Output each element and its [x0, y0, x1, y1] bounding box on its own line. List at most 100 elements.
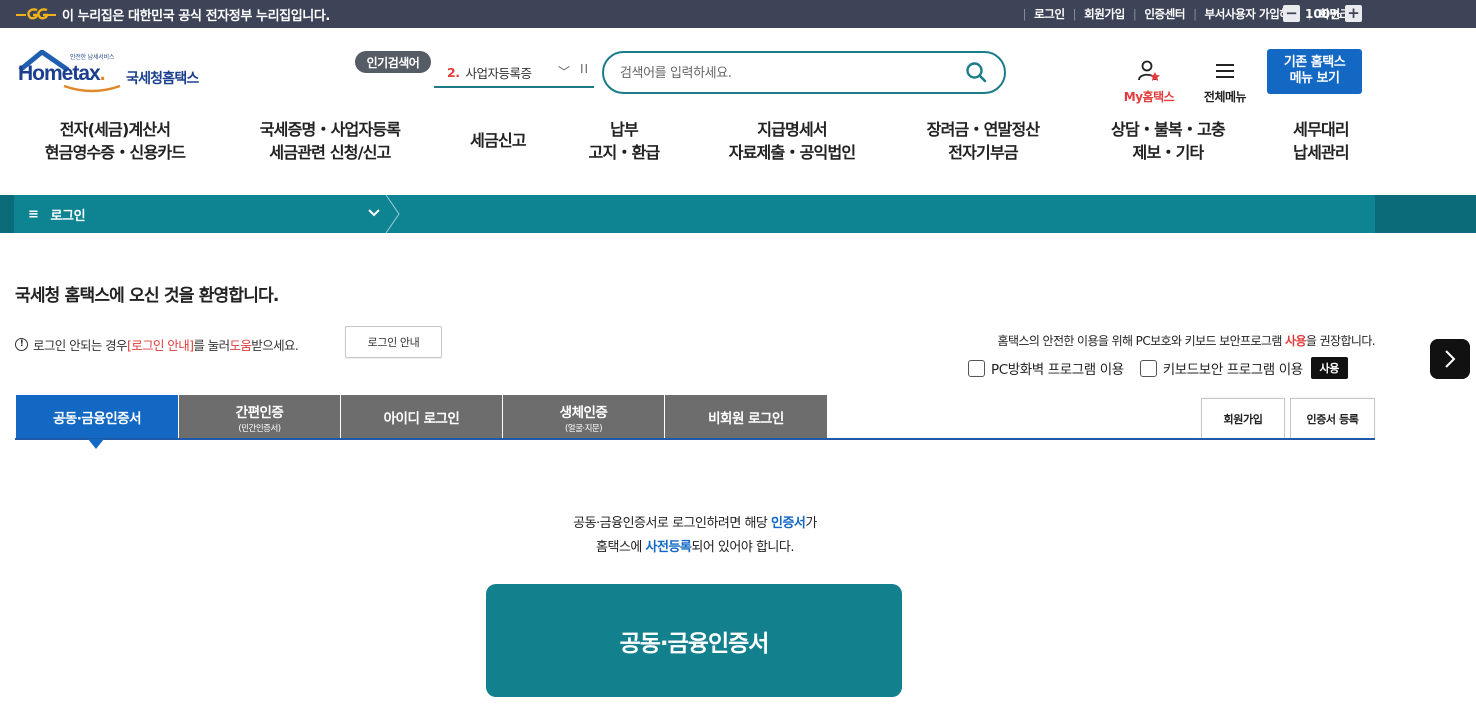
tab-label: 공동·금융인증서	[52, 411, 142, 427]
search-box	[602, 51, 1006, 94]
popular-term[interactable]: 사업자등록증	[465, 63, 532, 82]
tab-sublabel: (민간인증서)	[238, 423, 281, 434]
eg-logo-icon	[16, 8, 56, 20]
info-text-highlight: 사전등록	[645, 540, 692, 555]
gnb-statements[interactable]: 지급명세서자료제출・공익법인	[718, 118, 866, 164]
pause-icon[interactable]: II	[580, 62, 589, 76]
help-text-part: 로그인 안되는 경우	[33, 338, 128, 353]
cert-center-link[interactable]: 인증센터	[1144, 6, 1185, 22]
help-text-highlight: [로그인 안내]	[126, 338, 194, 353]
main-navigation: 전자(세금)계산서현금영수증・신용카드 국세증명・사업자등록세금관련 신청/신고…	[0, 118, 1476, 168]
breadcrumb-label: 로그인	[50, 209, 86, 224]
info-text-part: 공동·금융인증서로 로그인하려면 해당	[573, 516, 772, 531]
gov-notice-bar: 이 누리집은 대한민국 공식 전자정부 누리집입니다. | 로그인 | 회원가입…	[0, 0, 1476, 28]
signup-link[interactable]: 회원가입	[1084, 6, 1125, 22]
tab-id-login[interactable]: 아이디 로그인	[341, 395, 502, 439]
gnb-certificates[interactable]: 국세증명・사업자등록세금관련 신청/신고	[247, 118, 413, 164]
tab-label: 아이디 로그인	[383, 411, 460, 427]
tab-guest-login[interactable]: 비회원 로그인	[665, 395, 827, 439]
breadcrumb-left-edge	[0, 195, 14, 233]
breadcrumb-divider	[385, 195, 400, 233]
zoom-out-button[interactable]: −	[1283, 5, 1300, 22]
warning-icon: !	[15, 338, 28, 351]
pc-firewall-label[interactable]: PC방화벽 프로그램 이용	[991, 358, 1124, 378]
gnb-tax-filing[interactable]: 세금신고	[460, 129, 536, 152]
breadcrumb-right-edge	[1375, 195, 1476, 233]
chevron-down-icon[interactable]: ﹀	[558, 63, 570, 80]
my-hometax-label: My홈택스	[1123, 90, 1175, 104]
tab-simple-auth[interactable]: 간편인증 (민간인증서)	[179, 395, 340, 439]
old-site-line1: 기존 홈택스	[1283, 55, 1346, 70]
security-text-part: 을 권장합니다.	[1305, 334, 1376, 348]
security-notice: 홈택스의 안전한 이용을 위해 PC보호와 키보드 보안프로그램 사용을 권장합…	[997, 332, 1376, 349]
search-icon[interactable]	[964, 60, 988, 84]
gnb-line2: 자료제출・공익법인	[728, 143, 856, 162]
gnb-e-invoice[interactable]: 전자(세금)계산서현금영수증・신용카드	[38, 118, 192, 164]
cert-login-button[interactable]: 공동·금융인증서	[486, 584, 902, 697]
old-hometax-menu-button[interactable]: 기존 홈택스 메뉴 보기	[1267, 49, 1362, 94]
logo-wordmark: Hometax.	[18, 62, 106, 86]
help-text-part: 를 눌러	[193, 338, 230, 353]
cert-register-button[interactable]: 인증서 등록	[1290, 398, 1375, 438]
login-link[interactable]: 로그인	[1034, 6, 1065, 22]
logo-korean-name: 국세청홈택스	[126, 71, 199, 87]
security-options: PC방화벽 프로그램 이용 키보드보안 프로그램 이용 사용	[968, 357, 1348, 379]
all-menu-label: 전체메뉴	[1203, 90, 1247, 104]
chevron-down-icon[interactable]	[366, 205, 382, 221]
gnb-line1: 국세증명・사업자등록	[259, 120, 401, 139]
gnb-line1: 세금신고	[470, 131, 526, 150]
popular-rank: 2.	[447, 64, 460, 80]
gnb-line1: 지급명세서	[757, 120, 827, 139]
popular-search-select[interactable]: 2. 사업자등록증 ﹀ II	[434, 58, 594, 88]
gnb-tax-agent[interactable]: 세무대리 납세관리	[1282, 118, 1360, 164]
use-button[interactable]: 사용	[1310, 357, 1348, 379]
zoom-value: 100%	[1305, 6, 1343, 21]
search-input[interactable]	[620, 63, 950, 83]
gnb-line1: 전자(세금)계산서	[59, 120, 171, 139]
security-text-part: 홈택스의 안전한 이용을 위해 PC보호와 키보드 보안프로그램	[997, 334, 1286, 348]
gnb-line2: 세금관련 신청/신고	[269, 143, 391, 162]
popular-search-badge: 인기검색어	[355, 51, 431, 73]
signup-button[interactable]: 회원가입	[1201, 398, 1285, 438]
hometax-logo[interactable]: 안전한 납세서비스 Hometax. 국세청홈택스	[16, 50, 216, 96]
next-arrow-icon[interactable]	[1430, 339, 1470, 379]
breadcrumb[interactable]: ≡ 로그인	[28, 205, 86, 224]
gov-notice-text: 이 누리집은 대한민국 공식 전자정부 누리집입니다.	[62, 9, 330, 24]
keyboard-security-checkbox[interactable]	[1139, 359, 1157, 377]
menu-icon: ≡	[28, 207, 39, 222]
cert-login-info: 공동·금융인증서로 로그인하려면 해당 인증서가 홈택스에 사전등록되어 있어야…	[0, 512, 1390, 560]
login-help-text: ! 로그인 안되는 경우 [로그인 안내] 를 눌러 도움 받으세요.	[15, 335, 299, 354]
tab-label: 비회원 로그인	[708, 411, 784, 427]
gnb-line2: 현금영수증・신용카드	[44, 143, 186, 162]
logo-part-dot: .	[99, 62, 106, 85]
gnb-line1: 세무대리	[1293, 120, 1349, 139]
gnb-consulting[interactable]: 상담・불복・고충 제보・기타	[1100, 118, 1236, 164]
zoom-in-button[interactable]: +	[1345, 5, 1363, 22]
pc-firewall-checkbox[interactable]	[968, 359, 985, 377]
gnb-incentives[interactable]: 장려금・연말정산전자기부금	[916, 118, 1050, 164]
logo-swoosh-icon	[63, 84, 121, 93]
my-hometax-icon	[1138, 60, 1160, 81]
security-text-highlight: 사용	[1285, 334, 1306, 348]
logo-tagline: 안전한 납세서비스	[70, 54, 115, 61]
info-text-part: 홈택스에	[596, 540, 646, 555]
info-text-part: 되어 있어야 합니다.	[691, 540, 794, 555]
gnb-line1: 장려금・연말정산	[926, 120, 1040, 139]
tab-label: 간편인증	[235, 404, 284, 421]
tab-joint-financial-cert[interactable]: 공동·금융인증서	[16, 395, 178, 439]
my-hometax-button[interactable]: My홈택스	[1118, 60, 1180, 105]
gnb-line2: 제보・기타	[1132, 143, 1205, 162]
keyboard-security-label[interactable]: 키보드보안 프로그램 이용	[1163, 358, 1303, 378]
gnb-line2: 전자기부금	[948, 143, 1018, 162]
old-site-line2: 메뉴 보기	[1289, 71, 1340, 86]
gnb-line2: 고지・환급	[588, 143, 661, 162]
help-text-part: 받으세요.	[251, 338, 299, 353]
tab-biometric[interactable]: 생체인증 (얼굴·지문)	[503, 395, 664, 439]
login-guide-button[interactable]: 로그인 안내	[345, 326, 442, 358]
logo-part-tax: tax	[72, 62, 100, 85]
all-menu-button[interactable]: 전체메뉴	[1196, 60, 1254, 105]
welcome-heading: 국세청 홈택스에 오신 것을 환영합니다.	[15, 286, 279, 306]
active-tab-pointer	[88, 439, 104, 449]
hamburger-icon	[1216, 64, 1234, 78]
gnb-payment[interactable]: 납부 고지・환급	[578, 118, 670, 164]
